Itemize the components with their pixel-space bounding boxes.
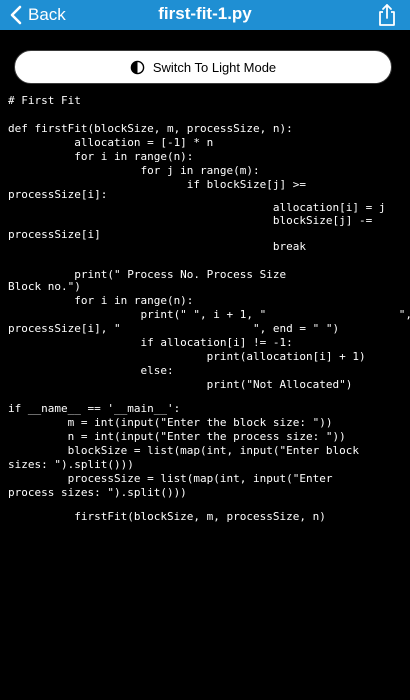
page-title: first-fit-1.py bbox=[158, 4, 252, 23]
navigation-bar: Back first-fit-1.py bbox=[0, 0, 410, 30]
code-line: process sizes: ").split())) bbox=[8, 486, 187, 499]
code-line: allocation[i] = j bbox=[8, 201, 386, 214]
switch-theme-button[interactable]: Switch To Light Mode bbox=[14, 50, 392, 84]
code-line: if __name__ == '__main__': bbox=[8, 402, 181, 415]
code-line: print(allocation[i] + 1) bbox=[8, 350, 366, 363]
code-line: print("Not Allocated") bbox=[8, 378, 353, 391]
switch-theme-label: Switch To Light Mode bbox=[152, 59, 277, 75]
code-line: def firstFit(blockSize, m, processSize, … bbox=[8, 122, 293, 135]
code-line: Block no.") bbox=[8, 280, 81, 293]
share-icon bbox=[379, 4, 395, 26]
code-line: blockSize[j] -= bbox=[8, 214, 373, 227]
code-line: allocation = [-1] * n bbox=[8, 136, 214, 149]
code-line: processSize = list(map(int, input("Enter bbox=[8, 472, 333, 485]
code-line: n = int(input("Enter the process size: "… bbox=[8, 430, 346, 443]
code-line: for i in range(n): bbox=[8, 150, 194, 163]
code-line: if allocation[i] != -1: bbox=[8, 336, 293, 349]
share-button[interactable] bbox=[376, 3, 398, 27]
code-line: for i in range(n): bbox=[8, 294, 194, 307]
code-line: else: bbox=[8, 364, 174, 377]
code-line: processSize[i]: bbox=[8, 188, 108, 201]
code-line: blockSize = list(map(int, input("Enter b… bbox=[8, 444, 359, 457]
code-line: firstFit(blockSize, m, processSize, n) bbox=[8, 510, 326, 523]
code-line: for j in range(m): bbox=[8, 164, 260, 177]
code-line: # First Fit bbox=[8, 94, 81, 107]
code-line: sizes: ").split())) bbox=[8, 458, 134, 471]
code-line: m = int(input("Enter the block size: ")) bbox=[8, 416, 333, 429]
code-line: print(" ", i + 1, " ", bbox=[8, 308, 410, 321]
half-moon-icon bbox=[130, 60, 145, 74]
code-line: break bbox=[8, 240, 307, 253]
code-line: processSize[i], " ", end = " ") bbox=[8, 322, 340, 335]
